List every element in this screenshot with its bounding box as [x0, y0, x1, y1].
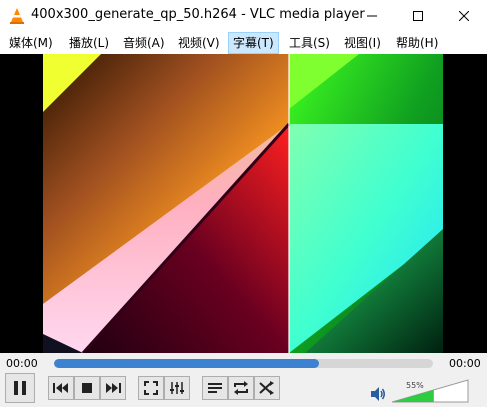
- menu-video[interactable]: 视频(V): [174, 32, 224, 54]
- menu-media[interactable]: 媒体(M): [5, 32, 57, 54]
- speaker-icon[interactable]: [370, 386, 386, 402]
- extended-settings-icon: [170, 382, 184, 394]
- minimize-button[interactable]: [349, 0, 395, 32]
- video-area[interactable]: [0, 54, 487, 353]
- menu-audio[interactable]: 音频(A): [119, 32, 169, 54]
- minimize-icon: [367, 15, 377, 17]
- close-icon: [459, 11, 469, 21]
- stop-button[interactable]: [74, 376, 100, 400]
- seek-progress: [54, 359, 320, 368]
- stop-icon: [82, 383, 92, 393]
- fullscreen-icon: [144, 381, 158, 395]
- volume-slider[interactable]: [391, 379, 470, 403]
- extended-settings-button[interactable]: [164, 376, 190, 400]
- previous-icon: [53, 383, 68, 393]
- loop-button[interactable]: [228, 376, 254, 400]
- shuffle-icon: [259, 381, 274, 395]
- window-title: 400x300_generate_qp_50.h264 - VLC media …: [31, 7, 365, 22]
- maximize-button[interactable]: [395, 0, 441, 32]
- loop-icon: [234, 381, 248, 395]
- menu-subtitle[interactable]: 字幕(T): [228, 32, 279, 54]
- playlist-button[interactable]: [202, 376, 228, 400]
- next-icon: [106, 383, 121, 393]
- menu-view[interactable]: 视图(I): [340, 32, 385, 54]
- menu-bar: 媒体(M) 播放(L) 音频(A) 视频(V) 字幕(T) 工具(S) 视图(I…: [0, 32, 487, 54]
- menu-tools[interactable]: 工具(S): [285, 32, 334, 54]
- seek-bar[interactable]: [54, 359, 433, 368]
- close-button[interactable]: [441, 0, 487, 32]
- total-time: 00:00: [449, 357, 481, 370]
- pause-icon: [14, 381, 26, 395]
- vlc-cone-icon: [10, 8, 24, 24]
- random-button[interactable]: [254, 376, 280, 400]
- video-picture: [43, 54, 443, 353]
- elapsed-time: 00:00: [6, 357, 38, 370]
- maximize-icon: [413, 11, 423, 21]
- next-button[interactable]: [100, 376, 126, 400]
- controls-panel: 00:00 00:00 55%: [0, 353, 487, 407]
- fullscreen-button[interactable]: [138, 376, 164, 400]
- previous-button[interactable]: [48, 376, 74, 400]
- volume-percent: 55%: [406, 381, 424, 390]
- menu-playback[interactable]: 播放(L): [65, 32, 113, 54]
- play-pause-button[interactable]: [5, 373, 35, 403]
- playlist-icon: [208, 383, 222, 393]
- menu-help[interactable]: 帮助(H): [392, 32, 442, 54]
- title-bar: 400x300_generate_qp_50.h264 - VLC media …: [0, 0, 487, 32]
- video-frame: [43, 54, 443, 353]
